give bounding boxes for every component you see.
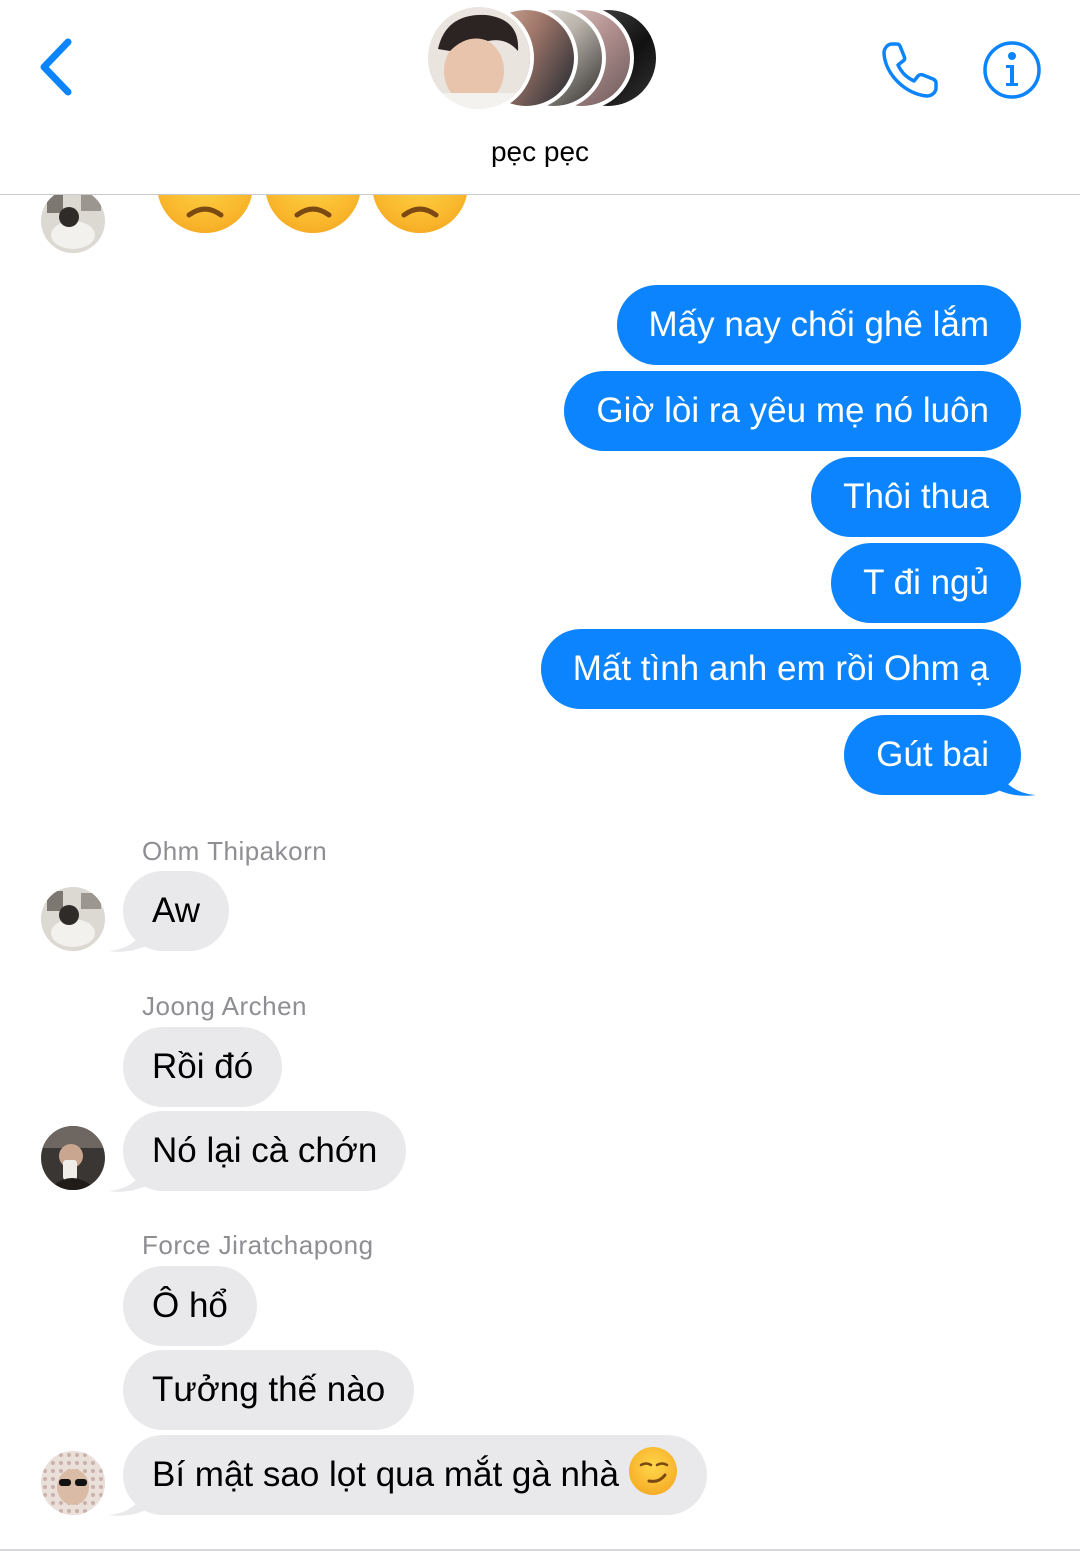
outgoing-message[interactable]: T đi ngủ — [831, 543, 1021, 623]
avatar-force[interactable] — [41, 1451, 105, 1515]
incoming-message[interactable]: Rồi đó — [123, 1027, 283, 1107]
disappointed-emoji — [372, 195, 468, 233]
message-text: Bí mật sao lọt qua mắt gà nhà — [152, 1455, 619, 1494]
outgoing-message[interactable]: Giờ lòi ra yêu mẹ nó luôn — [564, 371, 1021, 451]
phone-icon[interactable] — [878, 38, 942, 102]
incoming-message[interactable]: Nó lại cà chớn — [123, 1111, 407, 1191]
avatar-joong[interactable] — [41, 1126, 105, 1190]
sender-name: Force Jiratchapong — [142, 1230, 374, 1260]
sender-name: Joong Archen — [142, 991, 308, 1021]
outgoing-message[interactable]: Mất tình anh em rồi Ohm ạ — [540, 629, 1021, 709]
outgoing-message[interactable]: Gút bai — [844, 715, 1021, 795]
avatar-ohm[interactable] — [41, 195, 105, 253]
info-icon[interactable] — [980, 38, 1044, 102]
bubble-tail — [996, 761, 1036, 796]
incoming-message[interactable]: Ô hổ — [123, 1266, 257, 1346]
bubble-tail — [108, 1481, 148, 1516]
bubble-tail — [108, 1157, 148, 1192]
disappointed-emoji — [265, 195, 361, 233]
message-thread[interactable]: Mấy nay chối ghê lắm Giờ lòi ra yêu mẹ n… — [0, 195, 1080, 1551]
chat-screen: pẹc pẹc Mấy nay chối ghê lắm Giờ lòi ra … — [0, 0, 1080, 1551]
incoming-message[interactable]: Bí mật sao lọt qua mắt gà nhà — [123, 1435, 707, 1515]
chevron-left-icon[interactable] — [30, 32, 90, 102]
sender-name: Ohm Thipakorn — [142, 836, 328, 866]
avatar-ohm[interactable] — [41, 887, 105, 951]
bubble-tail — [108, 917, 148, 952]
outgoing-message[interactable]: Thôi thua — [811, 457, 1021, 537]
conversation-title[interactable]: pẹc pẹc — [0, 136, 1080, 168]
smirk-emoji — [628, 1447, 677, 1495]
outgoing-message[interactable]: Mấy nay chối ghê lắm — [616, 285, 1021, 365]
member-avatar — [424, 3, 534, 113]
conversation-header: pẹc pẹc — [0, 0, 1080, 195]
incoming-message[interactable]: Tưởng thế nào — [123, 1350, 415, 1430]
disappointed-emoji — [157, 195, 253, 233]
group-avatar-stack[interactable] — [420, 3, 660, 116]
